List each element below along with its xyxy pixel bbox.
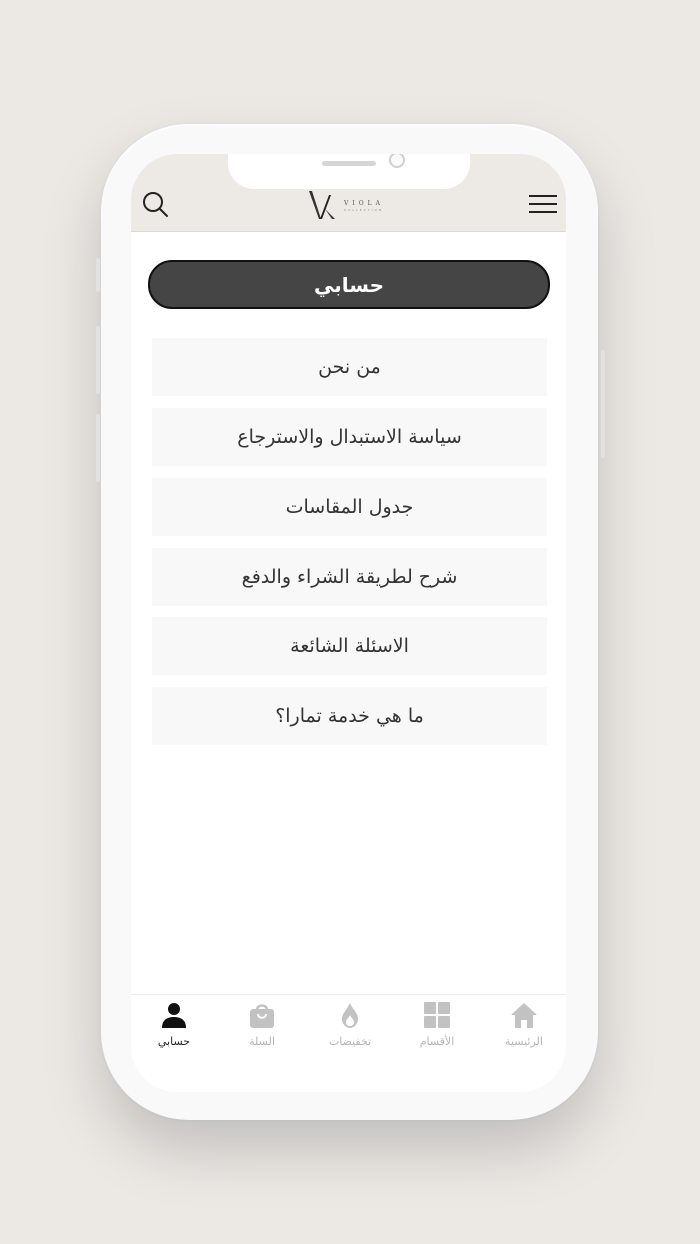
menu-item-return-policy[interactable]: سياسة الاستبدال والاسترجاع: [152, 408, 547, 466]
volume-down-button: [96, 414, 100, 482]
tab-label-account: حسابي: [157, 1035, 191, 1048]
tab-label-offers: تخفيضات: [328, 1035, 372, 1048]
tab-home[interactable]: الرئيسية: [489, 1001, 559, 1051]
hamburger-icon: [529, 195, 557, 213]
speaker-grille: [322, 161, 376, 166]
menu-item-about-us[interactable]: من نحن: [152, 338, 547, 396]
page-title: حسابي: [148, 260, 550, 309]
grid-icon: [424, 1002, 450, 1028]
brand-logo[interactable]: VIOLA COLLECTION: [307, 187, 397, 225]
brand-tagline: COLLECTION: [344, 208, 384, 212]
menu-item-tamara[interactable]: ما هي خدمة تمارا؟: [152, 687, 547, 745]
tab-label-cart: السلة: [249, 1035, 275, 1048]
tab-label-categories: الأقسام: [419, 1035, 455, 1048]
menu-item-size-chart[interactable]: جدول المقاسات: [152, 478, 547, 536]
flame-icon: [342, 1003, 358, 1028]
shopping-bag-icon: [250, 1004, 274, 1028]
tab-categories[interactable]: الأقسام: [402, 1001, 472, 1051]
tab-offers[interactable]: تخفيضات: [315, 1001, 385, 1051]
menu-item-how-to-buy[interactable]: شرح لطريقة الشراء والدفع: [152, 548, 547, 606]
tab-label-home: الرئيسية: [505, 1035, 543, 1048]
menu-button[interactable]: [527, 188, 559, 220]
search-button[interactable]: [139, 188, 171, 220]
front-camera: [389, 154, 405, 168]
tab-account[interactable]: حسابي: [139, 1001, 209, 1051]
mute-switch: [96, 258, 100, 292]
app-header: VIOLA COLLECTION: [131, 154, 566, 232]
power-button: [601, 350, 605, 458]
volume-up-button: [96, 326, 100, 394]
search-icon: [143, 192, 168, 217]
menu-item-faq[interactable]: الاسئلة الشائعة: [152, 617, 547, 675]
tab-cart[interactable]: السلة: [227, 1001, 297, 1051]
bottom-tab-bar: حسابي السلة تخفيضات الأقسام الرئيسية: [131, 994, 566, 1092]
brand-name: VIOLA: [344, 200, 384, 207]
phone-screen: VIOLA COLLECTION حسابي من نحن سياسة الاس…: [131, 154, 566, 1092]
user-icon: [162, 1003, 186, 1028]
home-icon: [511, 1003, 537, 1028]
notch: [228, 154, 470, 189]
logo-mark-icon: [309, 191, 335, 219]
